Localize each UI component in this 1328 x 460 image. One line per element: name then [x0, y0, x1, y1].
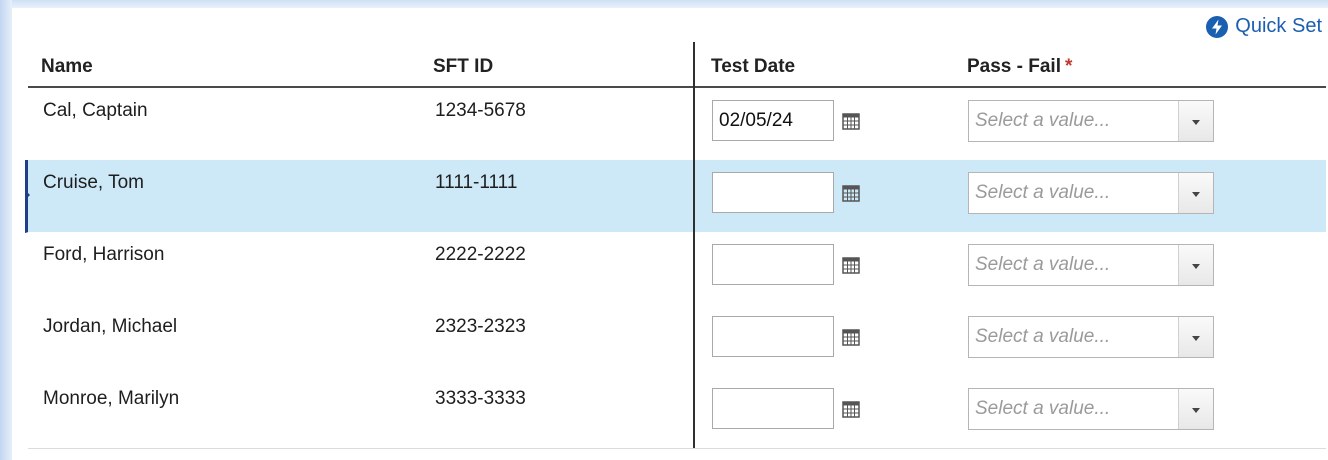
quick-set-label: Quick Set [1235, 15, 1322, 37]
chevron-down-icon [1192, 264, 1200, 269]
chevron-down-icon [1192, 336, 1200, 341]
pass-fail-select[interactable]: Select a value... [968, 172, 1214, 214]
column-divider [693, 42, 695, 448]
name-cell: Cruise, Tom [43, 172, 145, 193]
test-date-input[interactable] [712, 244, 834, 285]
sft-id-cell: 2222-2222 [435, 244, 526, 265]
sft-id-cell: 1234-5678 [435, 100, 526, 121]
pass-fail-header-label: Pass - Fail [967, 56, 1061, 77]
pass-fail-select[interactable]: Select a value... [968, 316, 1214, 358]
test-date-input[interactable] [712, 388, 834, 429]
column-header-sft-id[interactable]: SFT ID [433, 56, 493, 78]
column-header-name[interactable]: Name [41, 56, 93, 78]
name-cell: Jordan, Michael [43, 316, 178, 337]
row-selection-marker [25, 190, 30, 200]
grid-panel: Quick Set Name SFT ID Test Date Pass - F… [0, 0, 1328, 460]
table-row[interactable]: Ford, Harrison 2222-2222 Select a value... [28, 232, 1326, 305]
calendar-icon[interactable] [842, 400, 860, 418]
pass-fail-select[interactable]: Select a value... [968, 100, 1214, 142]
panel-top-border [0, 0, 1328, 8]
chevron-down-icon [1192, 120, 1200, 125]
name-cell: Monroe, Marilyn [43, 388, 180, 409]
pass-fail-select[interactable]: Select a value... [968, 244, 1214, 286]
dropdown-button[interactable] [1178, 101, 1213, 141]
dropdown-button[interactable] [1178, 173, 1213, 213]
select-placeholder: Select a value... [975, 326, 1111, 347]
calendar-icon[interactable] [842, 328, 860, 346]
test-date-input[interactable] [712, 100, 834, 141]
calendar-icon[interactable] [842, 256, 860, 274]
table-row[interactable]: Cruise, Tom 1111-1111 Select a value... [25, 160, 1326, 233]
chevron-down-icon [1192, 192, 1200, 197]
sft-id-cell: 1111-1111 [435, 172, 518, 193]
calendar-icon[interactable] [842, 112, 860, 130]
quick-set-link[interactable]: Quick Set [1206, 15, 1322, 38]
calendar-icon[interactable] [842, 184, 860, 202]
test-date-input[interactable] [712, 316, 834, 357]
panel-left-border [0, 0, 12, 460]
dropdown-button[interactable] [1178, 317, 1213, 357]
pass-fail-select[interactable]: Select a value... [968, 388, 1214, 430]
select-placeholder: Select a value... [975, 398, 1111, 419]
dropdown-button[interactable] [1178, 245, 1213, 285]
chevron-down-icon [1192, 408, 1200, 413]
column-header-test-date[interactable]: Test Date [711, 56, 795, 78]
required-asterisk: * [1065, 56, 1073, 77]
column-header-pass-fail[interactable]: Pass - Fail * [967, 56, 1072, 78]
sft-id-cell: 3333-3333 [435, 388, 526, 409]
table-row[interactable]: Cal, Captain 1234-5678 Select a value... [28, 88, 1326, 161]
dropdown-button[interactable] [1178, 389, 1213, 429]
test-date-input[interactable] [712, 172, 834, 213]
table-row[interactable]: Monroe, Marilyn 3333-3333 Select a value..… [28, 376, 1326, 449]
table-row[interactable]: Jordan, Michael 2323-2323 Select a value..… [28, 304, 1326, 377]
select-placeholder: Select a value... [975, 182, 1111, 203]
name-cell: Cal, Captain [43, 100, 148, 121]
lightning-bolt-icon [1206, 15, 1229, 38]
table-header: Name SFT ID Test Date Pass - Fail * [28, 46, 1326, 88]
sft-id-cell: 2323-2323 [435, 316, 526, 337]
select-placeholder: Select a value... [975, 254, 1111, 275]
name-cell: Ford, Harrison [43, 244, 165, 265]
select-placeholder: Select a value... [975, 110, 1111, 131]
